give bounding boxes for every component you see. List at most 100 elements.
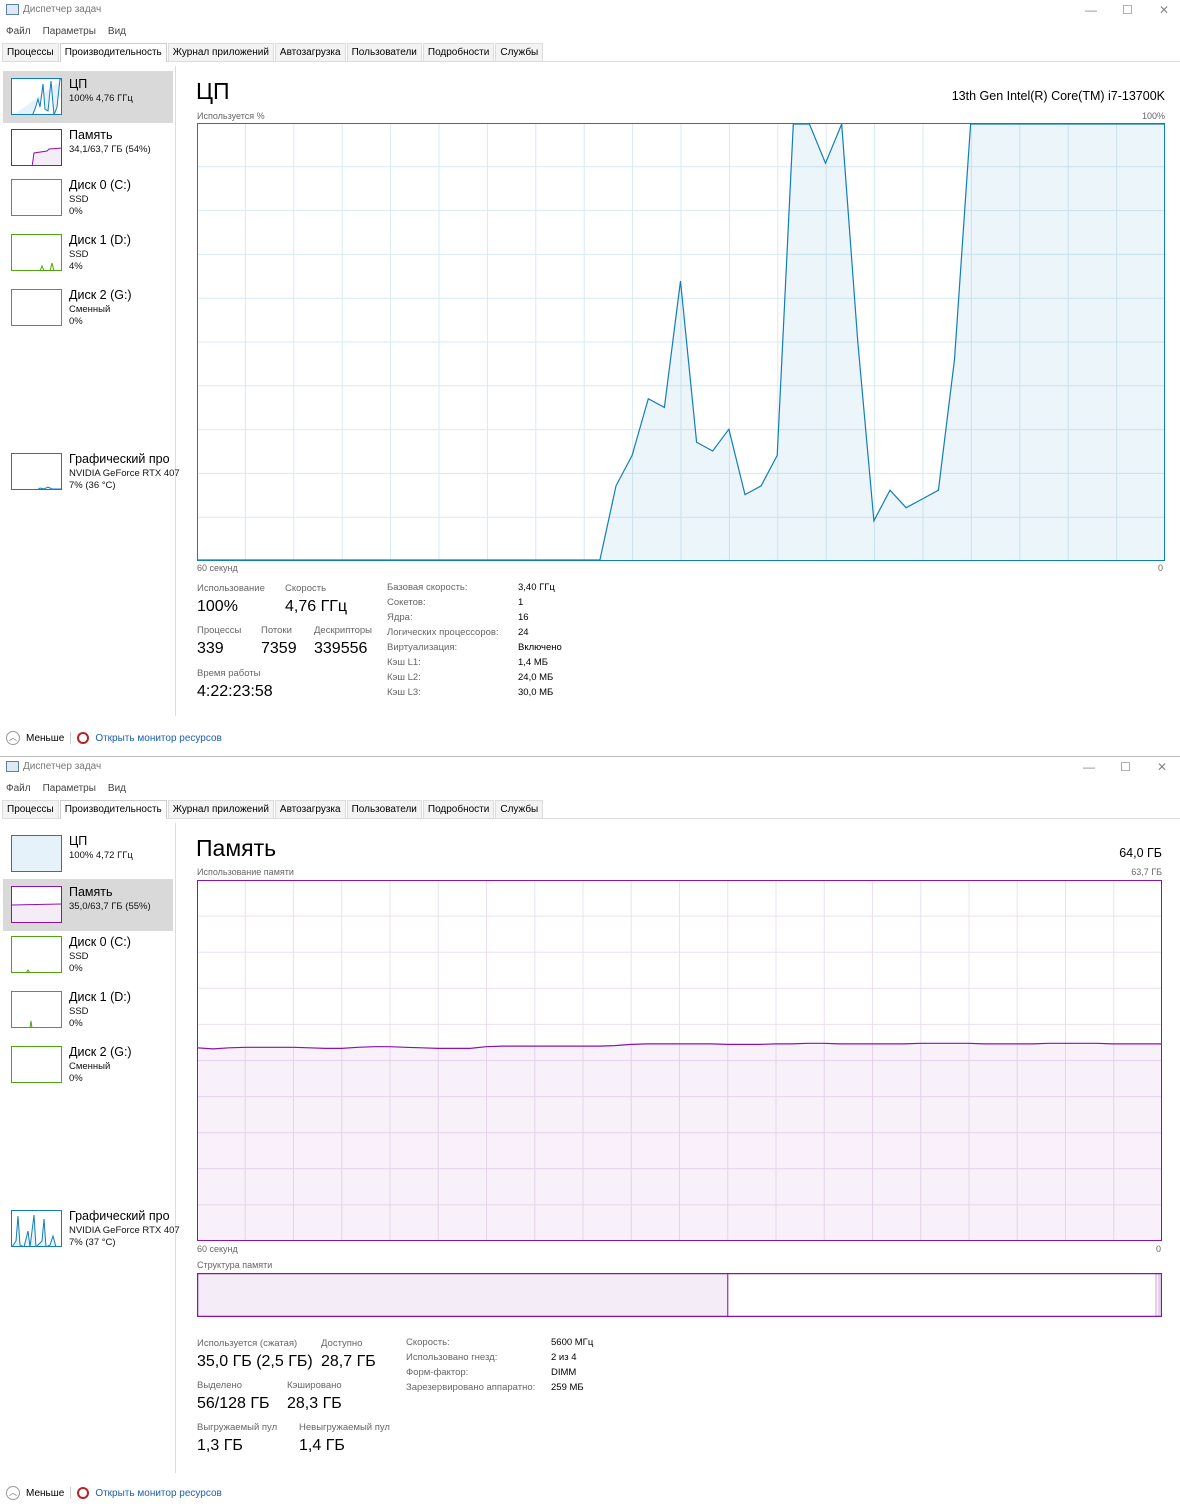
graph-y-label: Используется % [197, 111, 265, 121]
sidebar-item-label: Диск 1 (D:) [69, 233, 131, 247]
sidebar-item-value: 34,1/63,7 ГБ (54%) [69, 144, 151, 155]
sidebar-item-gpu[interactable]: Графический про NVIDIA GeForce RTX 407 7… [3, 1203, 180, 1255]
sidebar-item-gpu[interactable]: Графический про NVIDIA GeForce RTX 407 7… [3, 446, 180, 498]
detail-label: Сокетов: [387, 597, 426, 608]
sidebar-item-memory[interactable]: Память 35,0/63,7 ГБ (55%) [3, 879, 173, 931]
sidebar-item-label: Диск 1 (D:) [69, 990, 131, 1004]
composition-label: Структура памяти [197, 1260, 273, 1270]
tab-performance[interactable]: Производительность [59, 800, 167, 819]
footer: ︿ Меньше Открыть монитор ресурсов [6, 1486, 222, 1500]
menu-bar: Файл Параметры Вид [6, 26, 126, 37]
sidebar-item-disk-2[interactable]: Диск 2 (G:) Сменный 0% [3, 282, 173, 334]
footer: ︿ Меньше Открыть монитор ресурсов [6, 731, 222, 745]
menu-view[interactable]: Вид [108, 783, 126, 794]
graph-y-max: 100% [1141, 111, 1165, 121]
sidebar-item-value: 0% [69, 1018, 83, 1029]
speed-value: 4,76 ГГц [285, 598, 348, 615]
tab-performance[interactable]: Производительность [59, 43, 167, 62]
tab-services[interactable]: Службы [495, 43, 544, 61]
sidebar-item-label: Память [69, 885, 113, 899]
tab-app-history[interactable]: Журнал приложений [167, 800, 274, 818]
tab-startup[interactable]: Автозагрузка [274, 43, 346, 61]
disk-0-thumbnail [11, 179, 62, 216]
chevron-up-icon[interactable]: ︿ [6, 731, 20, 745]
sidebar-item-disk-1[interactable]: Диск 1 (D:) SSD 0% [3, 984, 173, 1036]
sidebar-item-label: Графический про [69, 452, 170, 466]
tab-processes[interactable]: Процессы [2, 800, 59, 818]
tab-details[interactable]: Подробности [422, 43, 495, 61]
series-area [197, 1043, 1162, 1241]
tab-processes[interactable]: Процессы [2, 43, 59, 61]
memory-usage-graph [197, 880, 1162, 1241]
detail-value: Включено [518, 642, 562, 653]
fewer-details-button[interactable]: Меньше [26, 733, 64, 744]
close-button[interactable]: ✕ [1157, 760, 1167, 774]
menu-options[interactable]: Параметры [43, 26, 96, 37]
uptime-label: Время работы [197, 668, 261, 679]
detail-label: Форм-фактор: [406, 1367, 469, 1378]
sidebar-item-label: Диск 0 (C:) [69, 935, 131, 949]
gpu-thumbnail [11, 453, 62, 490]
window-title: Диспетчер задач [23, 761, 102, 772]
memory-thumbnail [11, 886, 62, 923]
sidebar-item-cpu[interactable]: ЦП 100% 4,72 ГГц [3, 828, 173, 880]
menu-file[interactable]: Файл [6, 26, 31, 37]
task-manager-icon [6, 761, 19, 772]
nonpaged-pool-label: Невыгружаемый пул [299, 1422, 390, 1433]
sidebar-item-type: SSD [69, 1006, 89, 1017]
detail-label: Базовая скорость: [387, 582, 468, 593]
cached-value: 28,3 ГБ [287, 1395, 342, 1412]
tab-startup[interactable]: Автозагрузка [274, 800, 346, 818]
open-resource-monitor-link[interactable]: Открыть монитор ресурсов [95, 1488, 222, 1499]
menu-file[interactable]: Файл [6, 783, 31, 794]
tab-users[interactable]: Пользователи [346, 43, 422, 61]
minimize-button[interactable]: — [1085, 3, 1097, 17]
tab-details[interactable]: Подробности [422, 800, 495, 818]
open-resource-monitor-link[interactable]: Открыть монитор ресурсов [95, 733, 222, 744]
minimize-button[interactable]: — [1083, 760, 1095, 774]
sidebar-item-disk-2[interactable]: Диск 2 (G:) Сменный 0% [3, 1039, 173, 1091]
detail-value: 16 [518, 612, 529, 623]
menu-view[interactable]: Вид [108, 26, 126, 37]
modified-segment [1155, 1273, 1160, 1317]
disk-0-thumbnail [11, 936, 62, 973]
sidebar-item-label: Диск 2 (G:) [69, 1045, 132, 1059]
sidebar: ЦП 100% 4,72 ГГц Память 35,0/63,7 ГБ (55… [0, 823, 180, 1473]
disk-1-thumbnail [11, 991, 62, 1028]
cpu-model: 13th Gen Intel(R) Core(TM) i7-13700K [951, 89, 1165, 103]
chevron-up-icon[interactable]: ︿ [6, 1486, 20, 1500]
sidebar-item-disk-0[interactable]: Диск 0 (C:) SSD 0% [3, 172, 173, 224]
sidebar-item-memory[interactable]: Память 34,1/63,7 ГБ (54%) [3, 122, 173, 174]
tab-services[interactable]: Службы [495, 800, 544, 818]
detail-value: 1,4 МБ [518, 657, 548, 668]
usage-label: Использование [197, 583, 265, 594]
paged-pool-label: Выгружаемый пул [197, 1422, 278, 1433]
processes-label: Процессы [197, 625, 242, 636]
cpu-thumbnail [11, 835, 62, 872]
tab-users[interactable]: Пользователи [346, 800, 422, 818]
sidebar-item-type: SSD [69, 249, 89, 260]
sidebar-item-value: 0% [69, 963, 83, 974]
maximize-button[interactable]: ☐ [1120, 760, 1131, 774]
graph-x-label: 60 секунд [197, 1244, 238, 1254]
detail-label: Виртуализация: [387, 642, 458, 653]
tab-app-history[interactable]: Журнал приложений [167, 43, 274, 61]
sidebar-item-value: 100% 4,72 ГГц [69, 850, 133, 861]
sidebar-item-value: 35,0/63,7 ГБ (55%) [69, 901, 151, 912]
sidebar-item-cpu[interactable]: ЦП 100% 4,76 ГГц [3, 71, 173, 123]
sidebar-item-disk-0[interactable]: Диск 0 (C:) SSD 0% [3, 929, 173, 981]
task-manager-window-cpu: Диспетчер задач — ☐ ✕ Файл Параметры Вид П… [0, 0, 1180, 755]
divider [70, 732, 72, 744]
sidebar-item-disk-1[interactable]: Диск 1 (D:) SSD 4% [3, 227, 173, 279]
fewer-details-button[interactable]: Меньше [26, 1488, 64, 1499]
usage-value: 100% [197, 598, 238, 615]
close-button[interactable]: ✕ [1159, 3, 1169, 17]
sidebar-item-label: ЦП [69, 834, 88, 848]
detail-value: 5600 МГц [551, 1337, 594, 1348]
maximize-button[interactable]: ☐ [1122, 3, 1133, 17]
uptime-value: 4:22:23:58 [197, 683, 273, 700]
committed-value: 56/128 ГБ [197, 1395, 270, 1412]
sidebar-item-type: Сменный [69, 304, 111, 315]
cpu-usage-graph [197, 123, 1165, 561]
menu-options[interactable]: Параметры [43, 783, 96, 794]
